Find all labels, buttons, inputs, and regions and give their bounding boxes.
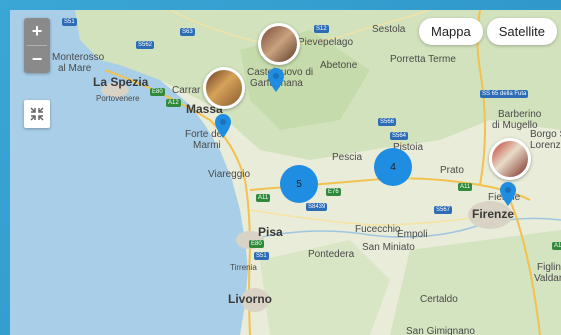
road-shield: E76: [326, 188, 341, 196]
map-canvas[interactable]: Monterosso al Mare La Spezia Portovenere…: [10, 10, 561, 335]
road-shield: S51: [254, 252, 269, 260]
map-type-satellite-button[interactable]: Satellite: [486, 18, 557, 45]
road-shield: S51: [62, 18, 77, 26]
place-barberino-1: Barberino: [498, 109, 542, 120]
place-al-mare: al Mare: [58, 63, 92, 74]
map-pin-icon[interactable]: [268, 68, 284, 92]
road-shield: A1: [552, 242, 561, 250]
place-photo-marker[interactable]: [203, 67, 245, 109]
place-borgo-1: Borgo San: [530, 129, 561, 140]
place-photo-marker[interactable]: [258, 23, 300, 65]
place-abetone: Abetone: [320, 60, 358, 71]
map-type-map-button[interactable]: Mappa: [419, 18, 483, 45]
place-pievepelago: Pievepelago: [298, 37, 354, 48]
place-pisa: Pisa: [258, 225, 283, 239]
road-shield: S562: [136, 41, 155, 49]
road-shield: S12: [314, 25, 329, 33]
place-fucecchio: Fucecchio: [355, 224, 401, 235]
fullscreen-button[interactable]: [24, 100, 50, 128]
place-firenze: Firenze: [472, 207, 515, 221]
road-shield: S566: [378, 118, 397, 126]
road-shield: A11: [256, 194, 271, 202]
road-shield: S567: [434, 206, 453, 214]
place-viareggio: Viareggio: [208, 169, 251, 180]
place-carrara: Carrar: [172, 85, 201, 96]
place-figline-2: Valdarno: [534, 273, 561, 284]
road-shield: E80: [249, 240, 264, 248]
place-porretta-terme: Porretta Terme: [390, 54, 456, 65]
cluster-count: 4: [390, 161, 396, 173]
place-portovenere: Portovenere: [96, 94, 140, 103]
place-monterosso: Monterosso: [52, 52, 105, 63]
place-photo-marker[interactable]: [489, 138, 531, 180]
place-san-miniato: San Miniato: [362, 242, 415, 253]
marker-cluster[interactable]: 4: [374, 148, 412, 186]
map-type-control: Mappa Satellite: [419, 18, 557, 45]
road-shield: A11: [458, 183, 473, 191]
place-figline-1: Figline: [537, 262, 561, 273]
road-shield: A12: [166, 99, 181, 107]
road-shield: S63: [180, 28, 195, 36]
place-prato: Prato: [440, 165, 464, 176]
road-shield: E80: [150, 88, 165, 96]
map-pin-icon[interactable]: [215, 114, 231, 138]
place-borgo-2: Lorenzo: [530, 140, 561, 151]
zoom-in-button[interactable]: +: [24, 18, 50, 45]
place-certaldo: Certaldo: [420, 294, 458, 305]
place-livorno: Livorno: [228, 292, 272, 306]
place-la-spezia: La Spezia: [93, 75, 149, 89]
place-pontedera: Pontedera: [308, 249, 355, 260]
place-pescia: Pescia: [332, 152, 363, 163]
place-tirrenia: Tirrenia: [230, 263, 257, 272]
marker-cluster[interactable]: 5: [280, 165, 318, 203]
cluster-count: 5: [296, 178, 302, 190]
place-sestola: Sestola: [372, 24, 406, 35]
zoom-control: + −: [24, 18, 50, 73]
map-pin-icon[interactable]: [500, 182, 516, 206]
road-shield: SS 65 della Futa: [480, 90, 529, 98]
place-san-gimignano: San Gimignano: [406, 326, 475, 335]
zoom-out-button[interactable]: −: [24, 46, 50, 73]
collapse-arrows-icon: [30, 107, 44, 121]
road-shield: S8439: [306, 203, 328, 211]
place-empoli: Empoli: [397, 229, 428, 240]
place-forte-dei-marmi-2: Marmi: [193, 140, 221, 151]
road-shield: S564: [390, 132, 409, 140]
